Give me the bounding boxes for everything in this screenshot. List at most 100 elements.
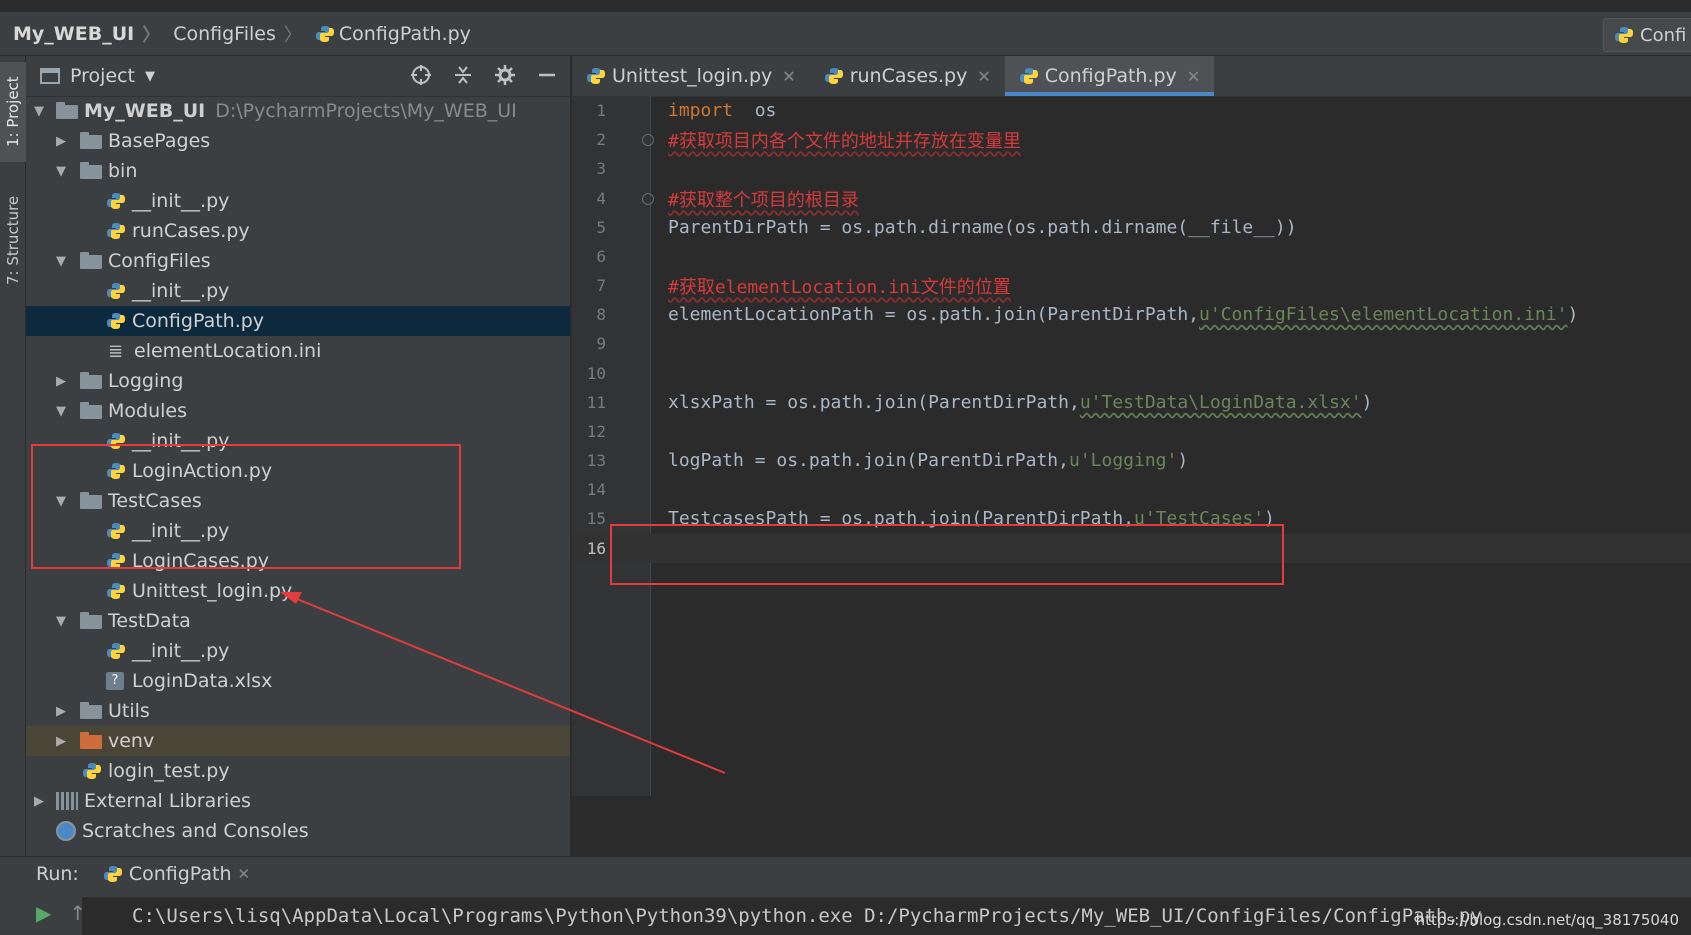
expanded-arrow-icon[interactable]: ▼ — [54, 164, 68, 179]
collapse-all-icon[interactable] — [450, 62, 476, 88]
collapsed-arrow-icon[interactable]: ▶ — [54, 704, 68, 719]
code-text: elementLocationPath = os.path.join(Paren… — [668, 304, 1578, 325]
line-number: 3 — [596, 159, 606, 178]
tree-item-file[interactable]: __init__.py — [26, 186, 570, 216]
code-line[interactable]: 14 — [572, 475, 1691, 504]
tree-item-label: LoginData.xlsx — [132, 670, 273, 692]
tree-item-file[interactable]: login_test.py — [26, 756, 570, 786]
line-number: 16 — [586, 539, 606, 558]
scratches-icon — [56, 821, 76, 841]
python-icon — [1615, 27, 1633, 43]
breadcrumb-label: My_WEB_UI — [13, 22, 135, 45]
code-editor[interactable]: 1 import os 2 #获取项目内各个文件的地址并存放在变量里 3 4 #… — [572, 96, 1691, 796]
line-number: 5 — [596, 218, 606, 237]
folder-icon — [56, 102, 78, 119]
collapsed-arrow-icon[interactable]: ▶ — [54, 134, 68, 149]
python-file-icon — [107, 313, 125, 329]
line-number: 8 — [596, 305, 606, 324]
code-line[interactable]: 13 logPath = os.path.join(ParentDirPath,… — [572, 446, 1691, 475]
folder-icon — [80, 132, 102, 149]
python-file-icon — [107, 583, 125, 599]
python-file-icon — [83, 763, 101, 779]
tab-runcases[interactable]: runCases.py ✕ — [810, 56, 1005, 96]
tree-item-folder-venv[interactable]: ▶ venv — [26, 726, 570, 756]
close-icon[interactable]: ✕ — [1187, 67, 1200, 86]
string-token: u'TestData\LoginData.xlsx' — [1079, 392, 1362, 413]
tree-item-folder[interactable]: ▶ Utils — [26, 696, 570, 726]
line-number: 11 — [586, 393, 606, 412]
python-file-icon — [107, 283, 125, 299]
close-icon[interactable]: ✕ — [977, 67, 990, 86]
run-config-label: ConfigPath — [128, 863, 232, 885]
code-line[interactable]: 3 — [572, 154, 1691, 183]
code-line[interactable]: 8 elementLocationPath = os.path.join(Par… — [572, 300, 1691, 329]
tree-item-file-selected[interactable]: ConfigPath.py — [26, 306, 570, 336]
collapsed-arrow-icon[interactable]: ▶ — [54, 374, 68, 389]
chevron-right-icon: 〉 — [142, 24, 161, 46]
tree-item-file[interactable]: ≣ elementLocation.ini — [26, 336, 570, 366]
project-tool-tab[interactable]: 1: Project — [0, 62, 26, 162]
run-toolbar: ▶ ↑ — [36, 901, 86, 925]
tree-item-folder[interactable]: ▶ Logging — [26, 366, 570, 396]
expanded-arrow-icon[interactable]: ▼ — [32, 104, 46, 119]
locate-icon[interactable] — [408, 62, 434, 88]
tree-item-scratches[interactable]: Scratches and Consoles — [26, 816, 570, 846]
fold-marker-icon[interactable] — [642, 193, 654, 205]
tab-configpath[interactable]: ConfigPath.py ✕ — [1004, 56, 1215, 96]
close-icon[interactable]: ✕ — [782, 67, 795, 86]
close-icon[interactable]: ✕ — [238, 865, 251, 883]
code-line[interactable]: 5 ParentDirPath = os.path.dirname(os.pat… — [572, 213, 1691, 242]
structure-tool-tab[interactable]: 7: Structure — [0, 180, 26, 300]
caret-down-icon[interactable]: ▼ — [145, 69, 155, 84]
code-line[interactable]: 7 #获取elementLocation.ini文件的位置 — [572, 271, 1691, 300]
expanded-arrow-icon[interactable]: ▼ — [54, 404, 68, 419]
tree-item-folder[interactable]: ▼ Modules — [26, 396, 570, 426]
tree-item-label: Utils — [108, 700, 150, 722]
breadcrumb-file[interactable]: ConfigPath.py — [302, 23, 471, 45]
tree-item-file[interactable]: __init__.py — [26, 276, 570, 306]
code-line[interactable]: 6 — [572, 242, 1691, 271]
tab-unittest-login[interactable]: Unittest_login.py ✕ — [572, 56, 810, 96]
tab-label: ConfigPath.py — [1044, 65, 1177, 87]
ini-file-icon: ≣ — [108, 340, 124, 362]
code-line[interactable]: 11 xlsxPath = os.path.join(ParentDirPath… — [572, 388, 1691, 417]
expanded-arrow-icon[interactable]: ▼ — [54, 254, 68, 269]
tree-item-project-root[interactable]: ▼ My_WEB_UI D:\PycharmProjects\My_WEB_UI — [26, 96, 570, 126]
watermark-text: https://blog.csdn.net/qq_38175040 — [1415, 911, 1679, 929]
gear-icon[interactable] — [492, 62, 518, 88]
project-path-hint: D:\PycharmProjects\My_WEB_UI — [215, 100, 517, 122]
minimize-icon[interactable] — [534, 62, 560, 88]
run-config-tab[interactable]: ConfigPath ✕ — [103, 863, 250, 885]
code-line[interactable]: 1 import os — [572, 96, 1691, 125]
breadcrumb-project[interactable]: My_WEB_UI 〉 — [0, 21, 160, 47]
expanded-arrow-icon[interactable]: ▼ — [54, 614, 68, 629]
string-token: u'Logging' — [1068, 450, 1178, 471]
tree-item-file[interactable]: runCases.py — [26, 216, 570, 246]
code-line[interactable]: 2 #获取项目内各个文件的地址并存放在变量里 — [572, 125, 1691, 154]
run-configuration-selector[interactable]: Confi — [1603, 18, 1691, 52]
code-line[interactable]: 12 — [572, 417, 1691, 446]
code-line[interactable]: 4 #获取整个项目的根目录 — [572, 184, 1691, 213]
project-panel-header: Project ▼ — [26, 56, 570, 97]
run-icon[interactable]: ▶ — [36, 901, 51, 925]
tree-item-external-libraries[interactable]: ▶ External Libraries — [26, 786, 570, 816]
tree-item-folder[interactable]: ▼ TestData — [26, 606, 570, 636]
line-number: 6 — [596, 247, 606, 266]
code-token: ) — [1177, 450, 1189, 471]
project-view-selector[interactable]: Project — [70, 65, 135, 87]
tree-item-folder[interactable]: ▼ bin — [26, 156, 570, 186]
tree-item-folder[interactable]: ▼ ConfigFiles — [26, 246, 570, 276]
navigation-bar: My_WEB_UI 〉 ConfigFiles 〉 ConfigPath.py Co… — [0, 0, 1691, 56]
tree-item-file[interactable]: Unittest_login.py — [26, 576, 570, 606]
tree-item-label: runCases.py — [132, 220, 250, 242]
collapsed-arrow-icon[interactable]: ▶ — [32, 794, 46, 809]
tree-item-file[interactable]: ? LoginData.xlsx — [26, 666, 570, 696]
tree-item-folder[interactable]: ▶ BasePages — [26, 126, 570, 156]
code-line[interactable]: 10 — [572, 359, 1691, 388]
breadcrumb-folder[interactable]: ConfigFiles 〉 — [160, 21, 302, 47]
collapsed-arrow-icon[interactable]: ▶ — [54, 734, 68, 749]
fold-marker-icon[interactable] — [642, 134, 654, 146]
code-line[interactable]: 9 — [572, 329, 1691, 358]
line-number: 7 — [596, 276, 606, 295]
tree-item-file[interactable]: __init__.py — [26, 636, 570, 666]
